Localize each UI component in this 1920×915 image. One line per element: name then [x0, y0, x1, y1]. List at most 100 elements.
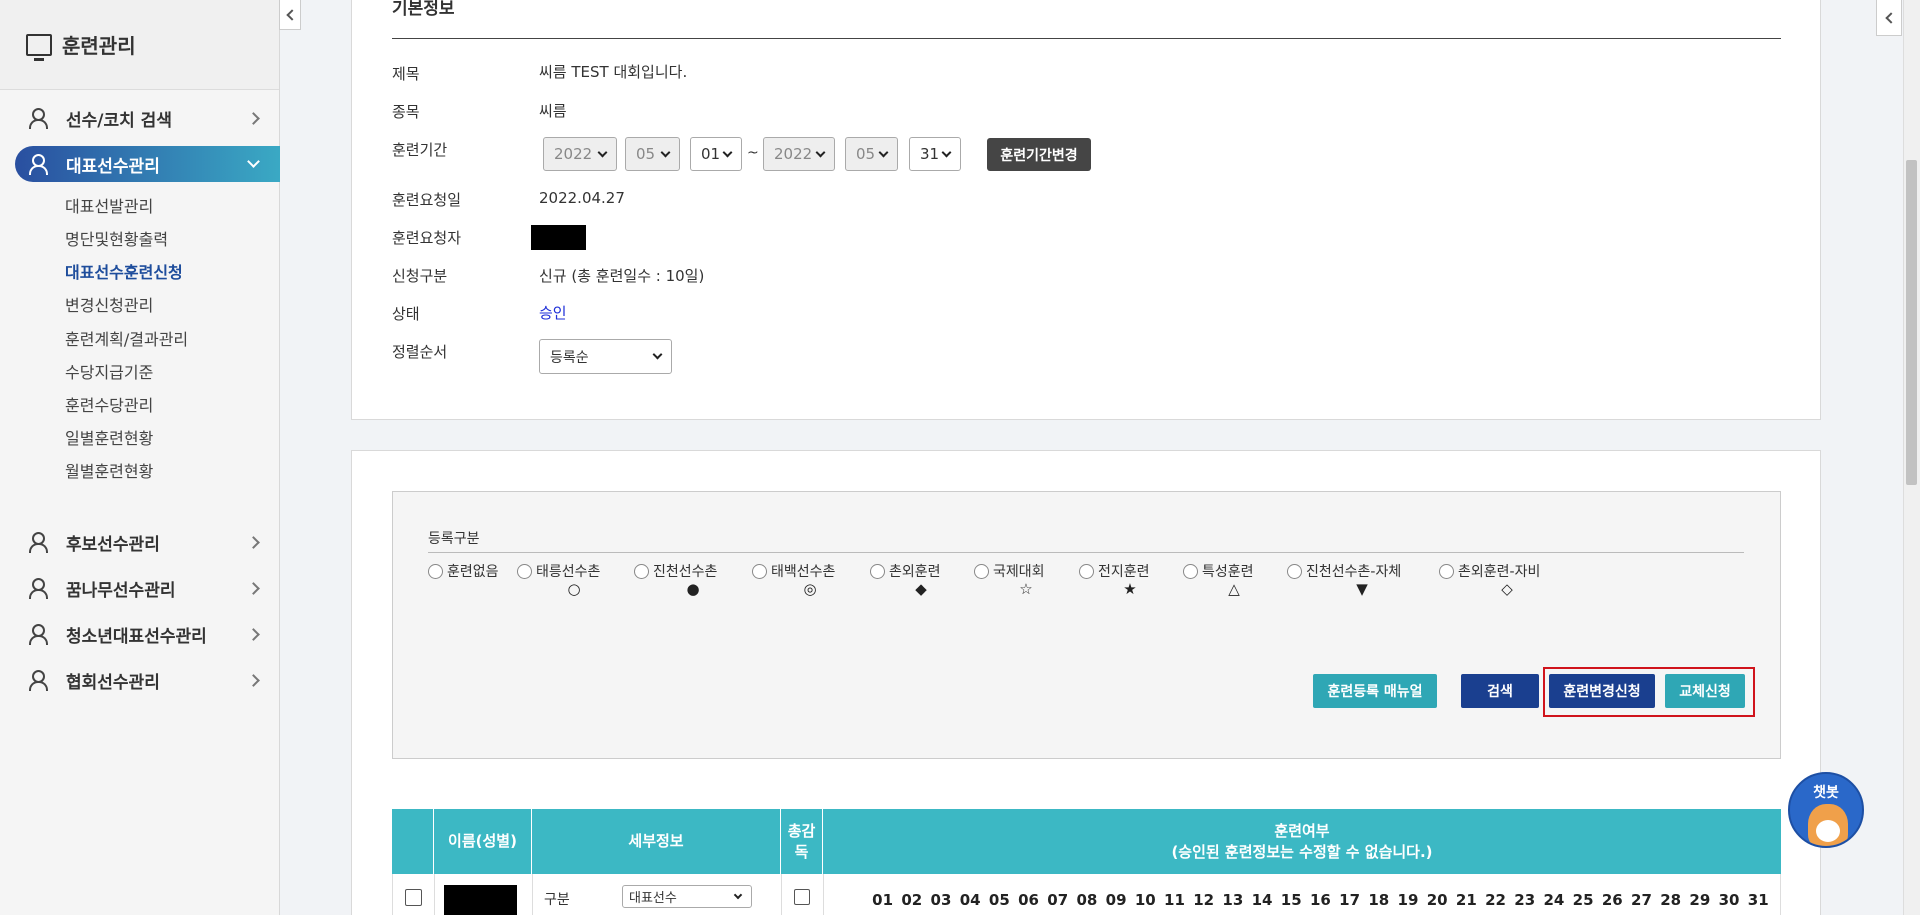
user-check-icon — [29, 108, 51, 129]
dropdown-arrow-icon — [941, 147, 952, 158]
radio-option[interactable]: 전지훈련 — [1079, 561, 1150, 581]
radio-option[interactable]: 국제대회 — [974, 561, 1045, 581]
radio-option[interactable]: 촌외훈련 — [870, 561, 941, 581]
radio-label: 진천선수촌-자체 — [1306, 564, 1402, 580]
radio-option[interactable]: 태백선수촌 — [752, 561, 835, 581]
symbol-open-triangle: △ — [1228, 580, 1240, 598]
sidebar-collapse-button[interactable] — [279, 0, 301, 30]
start-year-select[interactable]: 2022 — [543, 137, 617, 171]
supervisor-checkbox[interactable] — [794, 889, 810, 905]
sub-item-training-request[interactable]: 대표선수훈련신청 — [65, 259, 183, 283]
nav-label: 후보선수관리 — [66, 534, 160, 555]
chevron-right-icon — [247, 111, 260, 125]
day-number: 22 — [1485, 891, 1506, 909]
radio-circle[interactable] — [428, 563, 443, 579]
symbol-filled-circle: ● — [686, 580, 700, 598]
divider — [428, 552, 1744, 553]
radio-circle[interactable] — [1287, 563, 1302, 579]
radio-label: 촌외훈련-자비 — [1458, 564, 1541, 580]
end-day-select[interactable]: 31 — [909, 137, 961, 171]
day-number: 06 — [1018, 891, 1039, 909]
registration-type-label: 등록구분 — [428, 531, 480, 547]
day-number: 12 — [1193, 891, 1215, 909]
sidebar-title: 훈련관리 — [62, 34, 136, 58]
radio-circle[interactable] — [870, 563, 885, 579]
end-year-select[interactable]: 2022 — [763, 137, 835, 171]
day-number: 14 — [1251, 891, 1273, 909]
right-panel-collapse-button[interactable] — [1876, 0, 1902, 36]
radio-option[interactable]: 태릉선수촌 — [517, 561, 600, 581]
symbol-filled-down-triangle: ▼ — [1356, 580, 1368, 598]
day-number: 25 — [1572, 891, 1594, 909]
nav-label: 선수/코치 검색 — [66, 110, 172, 131]
radio-circle[interactable] — [634, 563, 649, 579]
nav-label: 청소년대표선수관리 — [66, 626, 207, 647]
scrollbar-thumb[interactable] — [1906, 160, 1917, 485]
symbol-filled-diamond: ◆ — [915, 580, 927, 598]
day-number: 17 — [1339, 891, 1361, 909]
sub-item-selection[interactable]: 대표선발관리 — [65, 193, 153, 217]
radio-option[interactable]: 진천선수촌 — [634, 561, 717, 581]
radio-label: 진천선수촌 — [653, 564, 718, 580]
radio-circle[interactable] — [1439, 563, 1454, 579]
nav-label: 협회선수관리 — [66, 672, 160, 693]
user-check-icon — [29, 578, 51, 599]
end-month-select[interactable]: 05 — [845, 137, 898, 171]
radio-option[interactable]: 진천선수촌-자체 — [1287, 561, 1401, 581]
select-value: 대표선수 — [629, 891, 677, 906]
user-check-icon — [29, 624, 51, 645]
status-badge: 승인 — [539, 304, 567, 322]
nav-national-athletes[interactable]: 대표선수관리 — [15, 146, 280, 182]
sub-item-allowance-mgmt[interactable]: 훈련수당관리 — [65, 392, 153, 416]
redacted-requester — [531, 225, 586, 250]
sub-item-roster-print[interactable]: 명단및현황출력 — [65, 226, 168, 250]
day-number: 30 — [1718, 891, 1740, 909]
sub-item-daily-status[interactable]: 일별훈련현황 — [65, 425, 153, 449]
change-period-button[interactable]: 훈련기간변경 — [987, 138, 1091, 171]
sidebar-header: 훈련관리 — [0, 0, 279, 90]
radio-circle[interactable] — [752, 563, 767, 579]
label-period: 훈련기간 — [392, 141, 448, 159]
chatbot-button[interactable]: 챗봇 — [1788, 772, 1864, 848]
sub-item-plan-result[interactable]: 훈련계획/결과관리 — [65, 326, 188, 350]
value-request-date: 2022.04.27 — [539, 189, 625, 207]
radio-circle[interactable] — [974, 563, 989, 579]
sub-item-allowance-criteria[interactable]: 수당지급기준 — [65, 359, 153, 383]
day-number: 29 — [1689, 891, 1711, 909]
start-day-select[interactable]: 01 — [690, 137, 742, 171]
search-button[interactable]: 검색 — [1461, 674, 1539, 708]
sub-item-change-request[interactable]: 변경신청관리 — [65, 292, 153, 316]
day-number: 23 — [1514, 891, 1536, 909]
radio-option[interactable]: 특성훈련 — [1183, 561, 1254, 581]
day-number: 02 — [901, 891, 923, 909]
day-number: 04 — [959, 891, 981, 909]
chevron-left-icon — [1884, 11, 1897, 24]
user-check-icon — [29, 670, 51, 691]
nav-youth-prospects[interactable]: 꿈나무선수관리 — [15, 570, 280, 606]
nav-youth-national[interactable]: 청소년대표선수관리 — [15, 616, 280, 652]
select-value: 05 — [856, 145, 876, 163]
header-supervisor: 총감독 — [781, 809, 823, 874]
athlete-type-select[interactable]: 대표선수 — [622, 885, 752, 908]
day-number: 16 — [1309, 891, 1331, 909]
symbol-open-star: ☆ — [1019, 580, 1033, 598]
start-month-select[interactable]: 05 — [625, 137, 680, 171]
sub-item-monthly-status[interactable]: 월별훈련현황 — [65, 458, 153, 482]
select-value: 2022 — [554, 145, 593, 163]
radio-option[interactable]: 촌외훈련-자비 — [1439, 561, 1540, 581]
value-title: 씨름 TEST 대회입니다. — [539, 63, 688, 81]
radio-circle[interactable] — [1079, 563, 1094, 579]
nav-association-athletes[interactable]: 협회선수관리 — [15, 662, 280, 698]
sort-select[interactable]: 등록순 — [539, 339, 672, 374]
radio-circle[interactable] — [517, 563, 532, 579]
redacted-athlete-name — [444, 885, 517, 915]
nav-label: 대표선수관리 — [66, 156, 160, 177]
training-manual-button[interactable]: 훈련등록 매뉴얼 — [1313, 674, 1437, 708]
day-number: 11 — [1164, 891, 1185, 909]
nav-candidate-athletes[interactable]: 후보선수관리 — [15, 524, 280, 560]
row-checkbox[interactable] — [405, 889, 422, 906]
nav-athlete-coach-search[interactable]: 선수/코치 검색 — [15, 100, 280, 136]
symbol-filled-star: ★ — [1123, 580, 1137, 598]
radio-option[interactable]: 훈련없음 — [428, 561, 499, 581]
radio-circle[interactable] — [1183, 563, 1198, 579]
